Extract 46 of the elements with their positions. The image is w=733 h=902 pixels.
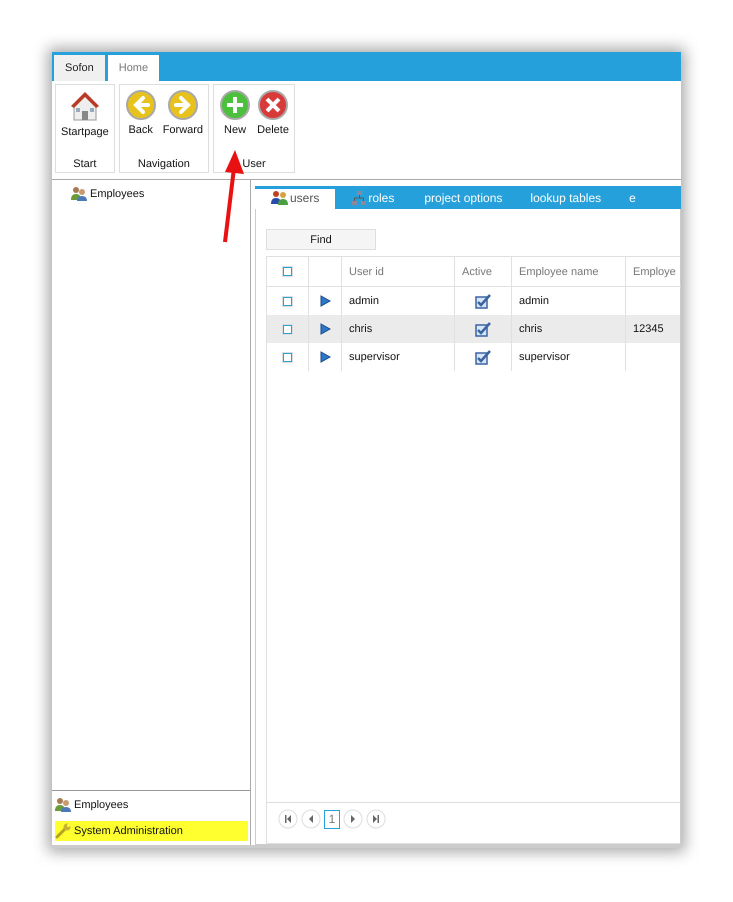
play-icon[interactable]: [319, 351, 331, 363]
column-header: Active: [455, 257, 512, 287]
column-header: Employe: [626, 257, 681, 287]
checkbox[interactable]: [283, 324, 292, 334]
hierarchy-icon: [351, 190, 368, 206]
ribbon-button[interactable]: Startpage: [58, 87, 112, 156]
ribbon-button[interactable]: Forward: [160, 87, 206, 156]
checkbox[interactable]: [283, 296, 292, 306]
checkbox[interactable]: [283, 352, 292, 362]
first-page-icon[interactable]: [278, 809, 298, 829]
ribbon-tab[interactable]: Sofon: [54, 55, 105, 81]
checkbox[interactable]: [283, 267, 292, 276]
table-cell: supervisor: [342, 343, 455, 371]
ribbon-button[interactable]: New: [216, 87, 254, 156]
ribbon-button[interactable]: Delete: [254, 87, 292, 156]
ribbon-tab[interactable]: Home: [108, 55, 160, 81]
group-label: User: [241, 158, 267, 172]
navigation-item[interactable]: System Administration: [55, 821, 248, 841]
column-header: User id: [342, 257, 455, 287]
table-row[interactable]: supervisor supervisor: [267, 343, 680, 371]
table-cell: chris: [512, 315, 626, 343]
page-number[interactable]: 1: [324, 810, 340, 828]
column-header: Employee name: [512, 257, 626, 287]
people-icon: [71, 186, 87, 201]
ribbon-button[interactable]: Back: [122, 87, 160, 156]
plus-icon: [219, 89, 252, 121]
table-cell: chris: [342, 315, 455, 343]
people-icon: [271, 190, 289, 205]
tree-item-label: Employees: [90, 188, 144, 200]
people-icon: [55, 797, 71, 812]
last-page-icon[interactable]: [366, 809, 386, 829]
table-row[interactable]: chris chris 12345: [267, 315, 680, 343]
play-icon[interactable]: [319, 323, 331, 335]
next-page-icon[interactable]: [343, 809, 363, 829]
group-label: Navigation: [136, 158, 191, 172]
content-tab[interactable]: users: [255, 189, 336, 209]
find-button[interactable]: Find: [266, 229, 376, 250]
close-icon: [257, 89, 290, 121]
group-label: Start: [72, 158, 98, 172]
table-cell: 12345: [626, 315, 681, 343]
wrench-icon: [55, 823, 71, 839]
table-cell: supervisor: [512, 343, 626, 371]
previous-page-icon[interactable]: [301, 809, 321, 829]
tree-item[interactable]: Employees: [71, 186, 250, 201]
navigation-item[interactable]: Employees: [55, 795, 248, 814]
play-icon[interactable]: [319, 295, 331, 307]
